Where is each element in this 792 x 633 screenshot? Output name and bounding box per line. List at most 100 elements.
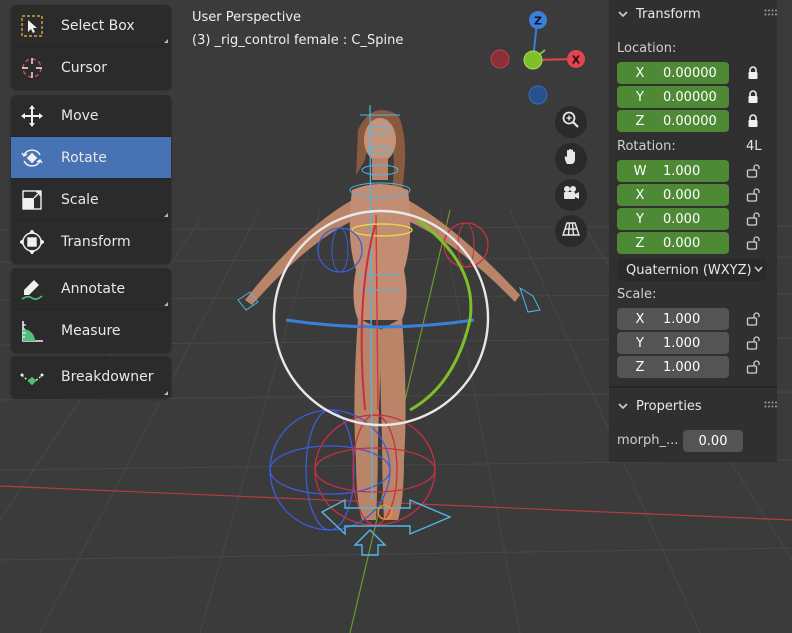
field-value: 1.000 xyxy=(663,335,701,351)
field-value: 1.000 xyxy=(663,311,701,327)
z-axis-label: Z xyxy=(534,15,542,28)
submenu-corner-icon xyxy=(164,39,168,43)
transform-icon xyxy=(17,227,47,257)
transform-panel-header[interactable]: Transform xyxy=(609,0,786,28)
lock-open-icon[interactable] xyxy=(745,235,761,251)
scale-x-field[interactable]: X 1.000 xyxy=(617,308,729,330)
breakdowner-icon xyxy=(17,362,47,392)
view-perspective-label: User Perspective xyxy=(192,10,302,25)
zoom-icon xyxy=(561,110,581,134)
tool-rotate[interactable]: Rotate xyxy=(11,137,171,179)
lock-closed-icon[interactable] xyxy=(745,65,761,81)
rotation-z-field[interactable]: Z 0.000 xyxy=(617,232,729,254)
field-value: 0.00000 xyxy=(663,65,717,81)
scale-z-field[interactable]: Z 1.000 xyxy=(617,356,729,378)
zoom-button[interactable] xyxy=(555,106,587,138)
field-value: 0.000 xyxy=(663,211,701,227)
axis-label: X xyxy=(635,311,645,327)
field-value: 0.00000 xyxy=(663,89,717,105)
rotation-x-field[interactable]: X 0.000 xyxy=(617,184,729,206)
rotation-mode-dropdown[interactable]: Quaternion (WXYZ) xyxy=(617,259,767,281)
tool-label: Cursor xyxy=(61,60,108,76)
axis-label: X xyxy=(635,65,645,81)
measure-ruler-icon xyxy=(17,316,47,346)
toolbar-annotate-group: Annotate Measure xyxy=(11,268,171,352)
axis-label: Y xyxy=(636,335,644,351)
tool-label: Transform xyxy=(61,234,131,250)
scale-label: Scale: xyxy=(617,287,657,302)
axis-label: Z xyxy=(635,113,645,129)
location-y-field[interactable]: Y 0.00000 xyxy=(617,86,729,108)
lock-open-icon[interactable] xyxy=(745,335,761,351)
lock-open-icon[interactable] xyxy=(745,211,761,227)
x-axis-label: X xyxy=(572,54,581,67)
rotation-y-field[interactable]: Y 0.000 xyxy=(617,208,729,230)
tool-label: Scale xyxy=(61,191,99,208)
morph-property-field[interactable]: 0.00 xyxy=(683,430,743,452)
rotation-4l-toggle[interactable]: 4L xyxy=(746,139,762,154)
tool-label: Move xyxy=(61,107,99,124)
tool-label: Breakdowner xyxy=(61,369,154,385)
axis-label: W xyxy=(633,163,647,179)
tool-label: Rotate xyxy=(61,149,107,166)
lock-open-icon[interactable] xyxy=(745,311,761,327)
toolbar-select-group: Select Box Cursor xyxy=(11,5,171,89)
location-label: Location: xyxy=(617,41,677,56)
chevron-down-icon xyxy=(754,266,763,272)
neg-z-axis-ball[interactable] xyxy=(528,85,548,105)
dropdown-value: Quaternion (WXYZ) xyxy=(626,262,752,278)
tool-transform[interactable]: Transform xyxy=(11,221,171,263)
grid-perspective-icon xyxy=(561,219,581,243)
lock-closed-icon[interactable] xyxy=(745,113,761,129)
move-icon xyxy=(17,101,47,131)
select-box-icon xyxy=(17,11,47,41)
drag-grip-icon[interactable] xyxy=(764,401,778,409)
tool-label: Annotate xyxy=(61,280,126,297)
field-value: 0.00000 xyxy=(663,113,717,129)
navigation-gizmo[interactable]: Z X xyxy=(485,8,595,108)
chevron-down-icon xyxy=(618,403,628,410)
panel-title: Properties xyxy=(636,398,702,414)
tool-measure[interactable]: Measure xyxy=(11,310,171,352)
perspective-toggle-button[interactable] xyxy=(555,215,587,247)
scale-icon xyxy=(17,185,47,215)
morph-property-label: morph_... xyxy=(617,433,679,448)
lock-open-icon[interactable] xyxy=(745,187,761,203)
rotation-w-field[interactable]: W 1.000 xyxy=(617,160,729,182)
camera-view-button[interactable] xyxy=(555,179,587,211)
submenu-corner-icon xyxy=(164,391,168,395)
location-x-field[interactable]: X 0.00000 xyxy=(617,62,729,84)
neg-x-axis-ball[interactable] xyxy=(490,49,510,69)
lock-open-icon[interactable] xyxy=(745,163,761,179)
y-axis-ball[interactable] xyxy=(523,50,543,70)
lock-open-icon[interactable] xyxy=(745,359,761,375)
axis-label: X xyxy=(635,187,645,203)
tool-scale[interactable]: Scale xyxy=(11,179,171,221)
lock-closed-icon[interactable] xyxy=(745,89,761,105)
tool-select-box[interactable]: Select Box xyxy=(11,5,171,47)
rotation-label: Rotation: xyxy=(617,139,676,154)
scale-y-field[interactable]: Y 1.000 xyxy=(617,332,729,354)
tool-move[interactable]: Move xyxy=(11,95,171,137)
field-value: 0.000 xyxy=(663,235,701,251)
hand-pan-icon xyxy=(561,147,581,171)
chevron-down-icon xyxy=(618,11,628,18)
axis-label: Z xyxy=(635,235,645,251)
drag-grip-icon[interactable] xyxy=(764,9,778,17)
tool-annotate[interactable]: Annotate xyxy=(11,268,171,310)
tool-cursor[interactable]: Cursor xyxy=(11,47,171,89)
toolbar-pose-group: Breakdowner xyxy=(11,356,171,398)
panel-title: Transform xyxy=(636,6,701,22)
field-value: 1.000 xyxy=(663,359,701,375)
panel-divider xyxy=(609,386,777,388)
3d-viewport[interactable]: User Perspective (3) _rig_control female… xyxy=(0,0,792,633)
tool-breakdowner[interactable]: Breakdowner xyxy=(11,356,171,398)
submenu-corner-icon xyxy=(164,302,168,306)
properties-panel-header[interactable]: Properties xyxy=(609,392,786,420)
toolbar-transform-group: Move Rotate Scale Transform xyxy=(11,95,171,263)
pan-button[interactable] xyxy=(555,143,587,175)
axis-label: Y xyxy=(636,89,644,105)
location-z-field[interactable]: Z 0.00000 xyxy=(617,110,729,132)
sidebar-n-panel: Transform Location: X 0.00000 Y 0.00000 … xyxy=(609,0,777,462)
annotate-pencil-icon xyxy=(17,274,47,304)
